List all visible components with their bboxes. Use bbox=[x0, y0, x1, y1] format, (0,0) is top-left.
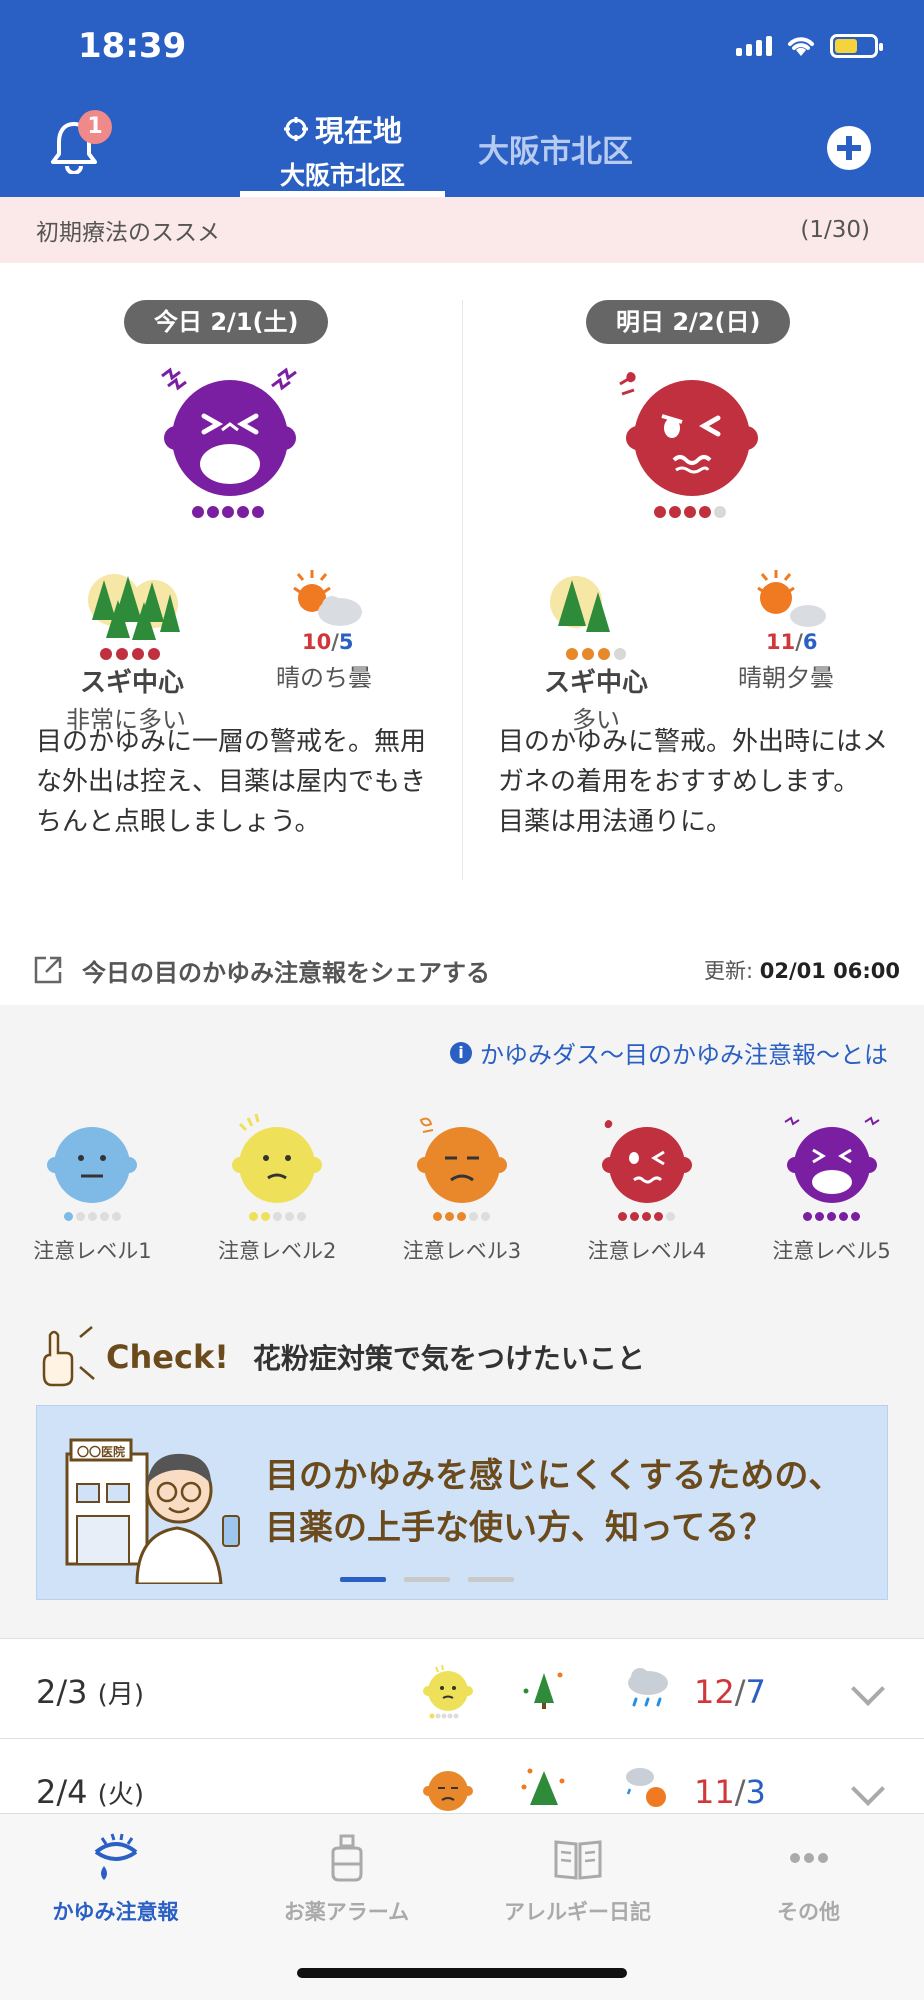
notice-text: 初期療法のススメ bbox=[36, 220, 220, 246]
banner-text: 目のかゆみを感じにくくするための、 目薬の上手な使い方、知ってる？ bbox=[265, 1456, 843, 1548]
level-dots-tomorrow bbox=[654, 506, 726, 518]
pager-dot[interactable] bbox=[404, 1577, 450, 1582]
nav-other[interactable]: その他 bbox=[693, 1832, 924, 1926]
about-link-label: かゆみダス〜目のかゆみ注意報〜とは bbox=[480, 1041, 888, 1069]
status-icons bbox=[736, 34, 883, 58]
level2-face-icon bbox=[423, 1664, 473, 1719]
nav-itch-alert[interactable]: かゆみ注意報 bbox=[0, 1832, 231, 1926]
date-pill-tomorrow: 明日 2/2(日) bbox=[586, 300, 791, 344]
cedar-trees-icon bbox=[88, 574, 180, 640]
day-row-temps: 12/7 bbox=[694, 1673, 766, 1711]
nav-medicine-alarm[interactable]: お薬アラーム bbox=[231, 1832, 462, 1926]
doctor-illustration-icon: 〇〇医院 bbox=[65, 1438, 240, 1584]
level5-face-icon bbox=[784, 1116, 880, 1203]
day-row-date: 2/3 (月) bbox=[36, 1673, 144, 1711]
rain-then-sunny-icon bbox=[626, 1768, 666, 1807]
sunny-cloudy-morning-evening-icon bbox=[757, 570, 826, 627]
tab-other-location[interactable]: 大阪市北区 bbox=[478, 126, 633, 171]
weather-label-tomorrow: 晴朝夕曇 bbox=[738, 664, 834, 692]
pager-dot[interactable] bbox=[340, 1577, 386, 1582]
pollen-dots-today bbox=[100, 648, 160, 660]
header: 18:39 1 現在地 大阪市北区 大阪市北区 bbox=[0, 0, 924, 197]
pollen-main-today: スギ中心 bbox=[80, 668, 185, 698]
check-title: 花粉症対策で気をつけたいこと bbox=[252, 1342, 645, 1375]
add-location-button[interactable] bbox=[827, 126, 871, 170]
level-label-5: 注意レベル5 bbox=[772, 1239, 891, 1263]
article-banner[interactable]: 〇〇医院 目のかゆみを感じにくくするための、 目薬の上手な使い方、知ってる？ bbox=[36, 1405, 888, 1600]
day-row-temps: 11/3 bbox=[694, 1773, 766, 1811]
cedar-tree-icon bbox=[521, 1768, 565, 1805]
pointing-hand-icon bbox=[42, 1326, 95, 1387]
level2-face-icon bbox=[232, 1113, 323, 1203]
advice-today: 目のかゆみに一層の警戒を。無用な外出は控え、目薬は屋内でもきちんと点眼しましょう… bbox=[36, 727, 427, 837]
level-label-4: 注意レベル4 bbox=[587, 1239, 706, 1263]
levels-legend: 注意レベル1 注意レベル2 注意レベル3 注意レベル4 注意レベル5 bbox=[0, 1110, 924, 1265]
levels-section: i かゆみダス〜目のかゆみ注意報〜とは 注意レベル1 注意レベル2 注意レベル3… bbox=[0, 1005, 924, 1638]
advice-tomorrow: 目のかゆみに警戒。外出時にはメガネの着用をおすすめします。 目薬は用法通りに。 bbox=[498, 727, 889, 837]
level1-face-icon bbox=[47, 1127, 138, 1203]
cedar-trees-icon bbox=[550, 576, 610, 632]
battery-icon bbox=[830, 34, 883, 58]
eye-drop-icon bbox=[331, 1834, 362, 1882]
pager-dot[interactable] bbox=[468, 1577, 514, 1582]
level-item-1: 注意レベル1 bbox=[0, 1110, 185, 1265]
sunny-then-cloudy-icon bbox=[293, 570, 362, 626]
wifi-icon bbox=[788, 37, 814, 56]
rain-icon bbox=[628, 1668, 668, 1707]
temps-today: 10/5 bbox=[302, 630, 354, 654]
level-label-3: 注意レベル3 bbox=[402, 1239, 522, 1263]
level3-face-icon bbox=[416, 1117, 507, 1203]
tab-current-location[interactable]: 現在地 大阪市北区 bbox=[240, 104, 445, 197]
level5-face-icon bbox=[161, 367, 297, 496]
eye-icon bbox=[94, 1833, 137, 1880]
status-time: 18:39 bbox=[78, 26, 187, 66]
share-icon bbox=[34, 956, 62, 984]
level-item-2: 注意レベル2 bbox=[185, 1110, 370, 1265]
pollen-main-tomorrow: スギ中心 bbox=[544, 668, 649, 698]
weather-label-today: 晴のち曇 bbox=[276, 664, 372, 692]
level4-face-icon bbox=[601, 1120, 692, 1203]
day-row-date: 2/4 (火) bbox=[36, 1773, 144, 1811]
level-item-3: 注意レベル3 bbox=[370, 1110, 555, 1265]
notification-badge: 1 bbox=[78, 110, 112, 144]
notice-banner[interactable]: 初期療法のススメ (1/30) bbox=[0, 197, 924, 263]
level4-face-icon bbox=[619, 372, 758, 496]
check-heading: Check! 花粉症対策で気をつけたいこと bbox=[36, 1325, 645, 1389]
signal-icon bbox=[736, 36, 772, 56]
level3-face-icon bbox=[423, 1771, 473, 1811]
day-row[interactable]: 2/3 (月) 12/7 bbox=[0, 1638, 924, 1738]
level-item-4: 注意レベル4 bbox=[554, 1110, 739, 1265]
level-label-1: 注意レベル1 bbox=[33, 1239, 152, 1263]
about-link[interactable]: i かゆみダス〜目のかゆみ注意報〜とは bbox=[450, 1035, 888, 1070]
app-screen: 18:39 1 現在地 大阪市北区 大阪市北区 初期療法のススメ (1/30) … bbox=[0, 0, 924, 2000]
nav-allergy-diary[interactable]: アレルギー日記 bbox=[462, 1832, 693, 1926]
date-pill-today: 今日 2/1(土) bbox=[124, 300, 329, 344]
tab-current-label: 現在地 bbox=[314, 114, 402, 148]
banner-pager bbox=[340, 1577, 514, 1582]
pollen-dots-tomorrow bbox=[566, 648, 626, 660]
check-badge: Check! bbox=[106, 1338, 229, 1376]
forecast-today: 今日 2/1(土) スギ中心 非常に多い 10/5 晴のち曇 目のかゆみに一層の… bbox=[0, 300, 462, 900]
level-item-5: 注意レベル5 bbox=[739, 1110, 924, 1265]
svg-text:〇〇医院: 〇〇医院 bbox=[77, 1444, 125, 1459]
tab-current-sublabel: 大阪市北区 bbox=[279, 161, 405, 190]
forecast-tomorrow: 明日 2/2(日) スギ中心 多い 11/6 晴朝夕曇 目のかゆみに警戒。外出時… bbox=[462, 300, 924, 900]
updated-time: 更新: 02/01 06:00 bbox=[703, 959, 900, 983]
share-label: 今日の目のかゆみ注意報をシェアする bbox=[82, 958, 490, 987]
share-row[interactable]: 今日の目のかゆみ注意報をシェアする 更新: 02/01 06:00 bbox=[0, 935, 924, 1005]
chevron-down-icon[interactable] bbox=[851, 1772, 885, 1806]
location-crosshair-icon bbox=[283, 117, 308, 141]
temps-tomorrow: 11/6 bbox=[766, 630, 818, 654]
notice-counter: (1/30) bbox=[800, 217, 870, 243]
book-icon bbox=[554, 1840, 601, 1880]
level-label-2: 注意レベル2 bbox=[218, 1239, 337, 1263]
chevron-down-icon[interactable] bbox=[851, 1672, 885, 1706]
cedar-tree-icon bbox=[523, 1672, 563, 1709]
info-icon: i bbox=[450, 1041, 472, 1064]
home-indicator bbox=[297, 1968, 627, 1978]
more-icon bbox=[789, 1853, 828, 1863]
level-dots-today bbox=[192, 506, 264, 518]
